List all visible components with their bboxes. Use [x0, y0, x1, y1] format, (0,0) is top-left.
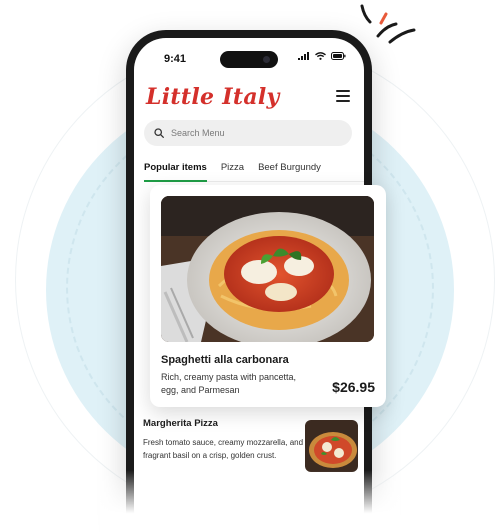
- tab-popular-items[interactable]: Popular items: [144, 156, 207, 182]
- featured-item-description: Rich, creamy pasta with pancetta, egg, a…: [161, 372, 297, 395]
- battery-icon: [331, 52, 346, 60]
- menu-list-item[interactable]: Margherita Pizza Fresh tomato sauce, cre…: [143, 418, 373, 478]
- search-icon: [154, 128, 164, 138]
- menu-item-description: Fresh tomato sauce, creamy mozzarella, a…: [143, 438, 304, 460]
- spaghetti-dish-image: [161, 196, 374, 342]
- category-tabs: Popular items Pizza Beef Burgundy: [144, 156, 364, 182]
- hamburger-menu-icon[interactable]: [336, 90, 350, 102]
- status-bar: 9:41: [134, 38, 364, 78]
- tab-beef-burgundy[interactable]: Beef Burgundy: [258, 156, 321, 181]
- status-icons: [298, 52, 346, 60]
- search-bar[interactable]: [144, 120, 352, 146]
- pizza-image: [305, 420, 358, 472]
- status-time: 9:41: [164, 53, 187, 65]
- wifi-icon: [315, 52, 326, 60]
- dynamic-island: [220, 51, 278, 68]
- featured-menu-card[interactable]: Spaghetti alla carbonara Rich, creamy pa…: [150, 185, 386, 407]
- featured-item-price: $26.95: [332, 379, 375, 395]
- search-input[interactable]: [171, 128, 331, 138]
- brand-logo: Little Italy: [146, 84, 280, 110]
- signal-icon: [298, 52, 309, 60]
- featured-item-title: Spaghetti alla carbonara: [161, 354, 289, 366]
- sparkle-decoration-icon: [360, 4, 416, 44]
- bottom-fade: [100, 470, 400, 532]
- tab-pizza[interactable]: Pizza: [221, 156, 244, 181]
